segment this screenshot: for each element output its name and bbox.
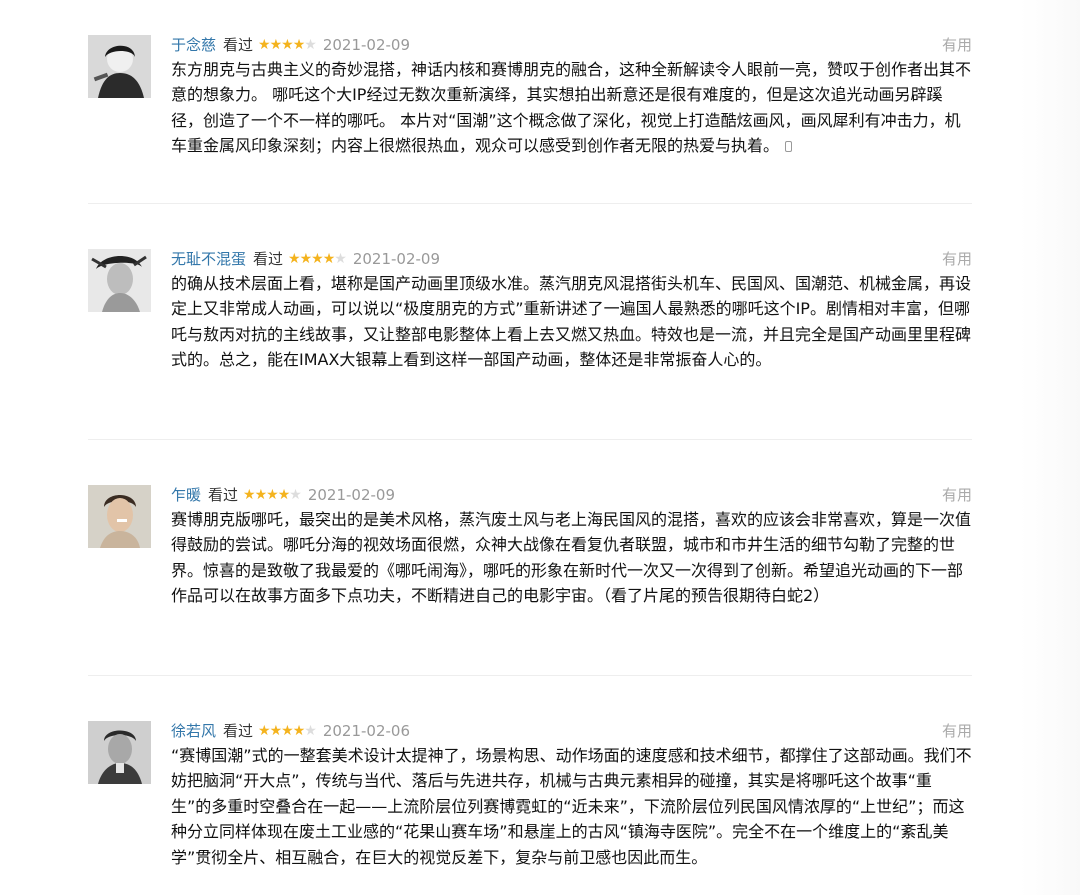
avatar[interactable] bbox=[88, 249, 151, 312]
review-text: “赛博国潮”式的一整套美术设计太提神了，场景构思、动作场面的速度感和技术细节，都… bbox=[171, 746, 972, 867]
rating-stars: ★★★★★ bbox=[288, 249, 347, 269]
avatar[interactable] bbox=[88, 485, 151, 548]
rating-stars: ★★★★★ bbox=[258, 35, 317, 55]
review-item: 无耻不混蛋 看过 ★★★★★ 2021-02-09 有用 的确从技术层面上看，堪… bbox=[88, 249, 972, 409]
username-link[interactable]: 无耻不混蛋 bbox=[171, 249, 246, 269]
star-filled-icon: ★ bbox=[269, 37, 283, 53]
watched-label: 看过 bbox=[223, 36, 254, 54]
star-empty-icon: ★ bbox=[334, 251, 347, 267]
useful-button[interactable]: 有用 bbox=[942, 35, 972, 55]
star-empty-icon: ★ bbox=[304, 37, 317, 53]
star-filled-icon: ★ bbox=[288, 251, 301, 267]
star-filled-icon: ★ bbox=[258, 723, 271, 739]
review-list: 于念慈 看过 ★★★★★ 2021-02-09 有用 东方朋克与古典主义的奇妙混… bbox=[0, 0, 1080, 895]
edge-shade bbox=[1020, 0, 1080, 895]
review-meta: 乍暖 看过 ★★★★★ 2021-02-09 bbox=[171, 485, 395, 505]
avatar-icon bbox=[88, 249, 151, 312]
star-filled-icon: ★ bbox=[258, 37, 271, 53]
review-date: 2021-02-09 bbox=[307, 486, 396, 504]
review-date: 2021-02-09 bbox=[352, 250, 441, 268]
review-meta: 徐若风 看过 ★★★★★ 2021-02-06 bbox=[171, 721, 410, 741]
username-link[interactable]: 徐若风 bbox=[171, 721, 216, 741]
star-filled-icon: ★ bbox=[292, 723, 306, 739]
useful-button[interactable]: 有用 bbox=[942, 249, 972, 269]
review-text: 赛博朋克版哪吒，最突出的是美术风格，蒸汽废土风与老上海民国风的混搭，喜欢的应该会… bbox=[171, 510, 972, 606]
review-item: 于念慈 看过 ★★★★★ 2021-02-09 有用 东方朋克与古典主义的奇妙混… bbox=[88, 35, 972, 185]
review-date: 2021-02-09 bbox=[322, 36, 411, 54]
review-text: 的确从技术层面上看，堪称是国产动画里顶级水准。蒸汽朋克风混搭街头机车、民国风、国… bbox=[171, 274, 972, 370]
watched-label: 看过 bbox=[223, 722, 254, 740]
star-empty-icon: ★ bbox=[289, 487, 302, 503]
star-filled-icon: ★ bbox=[299, 251, 313, 267]
username-link[interactable]: 于念慈 bbox=[171, 35, 216, 55]
divider bbox=[88, 203, 972, 204]
review-date: 2021-02-06 bbox=[322, 722, 411, 740]
username-link[interactable]: 乍暖 bbox=[171, 485, 201, 505]
useful-button[interactable]: 有用 bbox=[942, 721, 972, 741]
mobile-icon bbox=[785, 141, 793, 153]
review-meta: 于念慈 看过 ★★★★★ 2021-02-09 bbox=[171, 35, 410, 55]
divider bbox=[88, 439, 972, 440]
avatar-icon bbox=[88, 485, 151, 548]
review-text: 东方朋克与古典主义的奇妙混搭，神话内核和赛博朋克的融合，这种全新解读令人眼前一亮… bbox=[171, 57, 972, 159]
star-filled-icon: ★ bbox=[322, 251, 336, 267]
review-text-body: 东方朋克与古典主义的奇妙混搭，神话内核和赛博朋克的融合，这种全新解读令人眼前一亮… bbox=[171, 60, 972, 156]
watched-label: 看过 bbox=[208, 486, 239, 504]
star-filled-icon: ★ bbox=[243, 487, 256, 503]
star-filled-icon: ★ bbox=[277, 487, 291, 503]
star-filled-icon: ★ bbox=[311, 251, 324, 267]
review-meta: 无耻不混蛋 看过 ★★★★★ 2021-02-09 bbox=[171, 249, 440, 269]
star-filled-icon: ★ bbox=[292, 37, 306, 53]
star-filled-icon: ★ bbox=[269, 723, 283, 739]
rating-stars: ★★★★★ bbox=[243, 485, 302, 505]
star-empty-icon: ★ bbox=[304, 723, 317, 739]
divider bbox=[88, 675, 972, 676]
avatar[interactable] bbox=[88, 721, 151, 784]
star-filled-icon: ★ bbox=[281, 37, 294, 53]
watched-label: 看过 bbox=[253, 250, 284, 268]
useful-button[interactable]: 有用 bbox=[942, 485, 972, 505]
review-item: 徐若风 看过 ★★★★★ 2021-02-06 有用 “赛博国潮”式的一整套美术… bbox=[88, 721, 972, 891]
avatar-icon bbox=[88, 35, 151, 98]
star-filled-icon: ★ bbox=[254, 487, 268, 503]
avatar[interactable] bbox=[88, 35, 151, 98]
rating-stars: ★★★★★ bbox=[258, 721, 317, 741]
star-filled-icon: ★ bbox=[281, 723, 294, 739]
avatar-icon bbox=[88, 721, 151, 784]
star-filled-icon: ★ bbox=[266, 487, 279, 503]
review-item: 乍暖 看过 ★★★★★ 2021-02-09 有用 赛博朋克版哪吒，最突出的是美… bbox=[88, 485, 972, 645]
